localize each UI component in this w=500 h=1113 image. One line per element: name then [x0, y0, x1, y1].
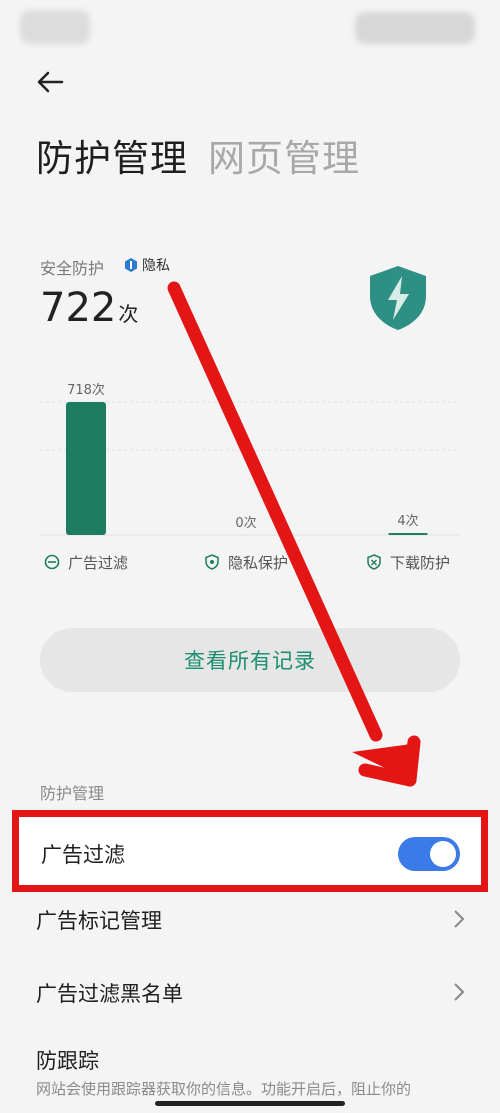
home-indicator: [155, 1101, 345, 1106]
chart-category-label: 隐私保护: [228, 554, 288, 570]
anti-tracking-description: 网站会使用跟踪器获取你的信息。功能开启后，阻止你的: [36, 1080, 412, 1098]
count-unit: 次: [118, 302, 139, 326]
chart-value-label: 4次: [397, 513, 418, 529]
chevron-right-icon[interactable]: [452, 908, 466, 930]
privacy-icon: [125, 258, 137, 272]
chart-category-label: 广告过滤: [68, 554, 128, 570]
management-section-label: 防护管理: [40, 784, 105, 803]
privacy-shield-icon: [205, 554, 219, 570]
ad-filter-row[interactable]: 广告过滤: [12, 810, 488, 892]
ad-filter-icon: [44, 554, 60, 570]
chart-value-label: 0次: [235, 515, 256, 531]
privacy-badge[interactable]: 隐私: [123, 255, 170, 275]
header-tabs: 防护管理 网页管理: [36, 128, 360, 182]
tab-web[interactable]: 网页管理: [208, 137, 360, 180]
download-shield-icon: [367, 554, 381, 570]
ad-filter-toggle[interactable]: [398, 837, 460, 871]
ad-blacklist-item[interactable]: 广告过滤黑名单: [36, 978, 183, 1008]
protection-chart: 718次广告过滤 0次隐私保护 4次下载防护: [40, 382, 460, 570]
view-all-records-button[interactable]: 查看所有记录: [40, 628, 460, 692]
chart-category-label: 下载防护: [390, 554, 450, 570]
status-bar-icons: [355, 12, 475, 44]
chart-bar: [388, 533, 428, 535]
chevron-right-icon[interactable]: [452, 981, 466, 1003]
back-arrow-icon[interactable]: [34, 62, 74, 102]
ad-filter-label: 广告过滤: [41, 843, 125, 867]
protection-count: 722 次: [40, 285, 138, 331]
count-value: 722: [40, 285, 117, 331]
tab-protection[interactable]: 防护管理: [36, 137, 188, 180]
shield-bolt-icon: [370, 266, 426, 330]
toggle-knob: [430, 841, 456, 867]
security-label: 安全防护: [40, 259, 105, 278]
chart-bar: [66, 402, 106, 535]
chart-value-label: 718次: [67, 382, 105, 398]
anti-tracking-title[interactable]: 防跟踪: [36, 1045, 99, 1075]
ad-mark-management-item[interactable]: 广告标记管理: [36, 905, 162, 935]
privacy-badge-label: 隐私: [142, 258, 170, 274]
status-bar-time: [20, 10, 90, 44]
